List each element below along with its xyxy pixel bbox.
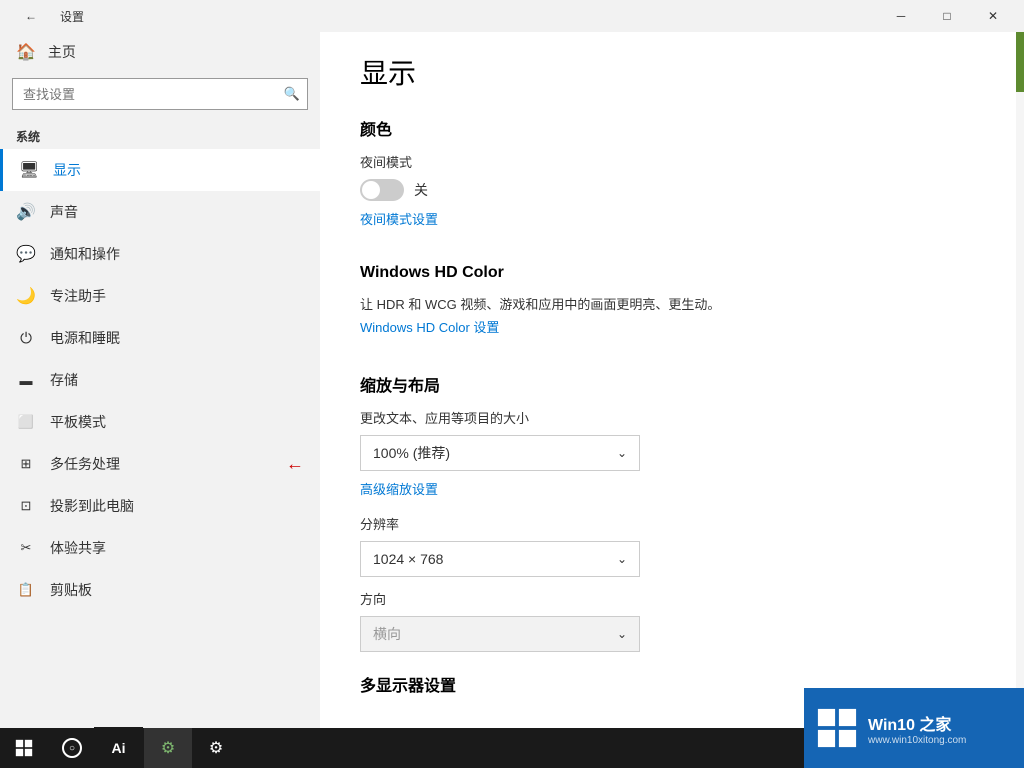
watermark-text: Win10 之家 www.win10xitong.com — [868, 711, 966, 746]
arrow-indicator: ← — [286, 454, 304, 475]
toggle-knob — [362, 181, 380, 199]
multitask-icon: ⊞ — [16, 456, 36, 472]
scrollbar[interactable] — [1016, 32, 1024, 728]
chevron-down-icon: ⌄ — [617, 446, 627, 460]
sidebar-item-label: 剪贴板 — [50, 580, 92, 600]
tablet-icon: ⬜ — [16, 414, 36, 430]
main-content: 显示 颜色 夜间模式 关 夜间模式设置 Windows HD Color 让 H… — [320, 32, 1024, 728]
watermark-title: Win10 之家 — [868, 711, 966, 735]
windows-logo-icon — [15, 739, 33, 757]
hdr-section-title: Windows HD Color — [360, 264, 984, 282]
settings-icon: ⚙ — [161, 738, 175, 758]
resolution-label: 分辨率 — [360, 514, 984, 533]
sidebar-item-label: 体验共享 — [50, 538, 106, 558]
window-controls: ─ □ ✕ — [878, 0, 1016, 32]
storage-icon: ▬ — [16, 373, 36, 388]
search-icon: 🔍 — [284, 86, 300, 102]
sidebar-item-label: 投影到此电脑 — [50, 496, 134, 516]
start-button[interactable] — [0, 728, 48, 768]
orientation-label: 方向 — [360, 589, 984, 608]
gear-taskbar-icon[interactable]: ⚙ — [192, 728, 240, 768]
hdr-description: 让 HDR 和 WCG 视频、游戏和应用中的画面更明亮、更生动。 — [360, 294, 984, 313]
search-circle-icon: ○ — [62, 738, 82, 758]
resolution-value: 1024 × 768 — [373, 551, 443, 567]
sidebar-item-label: 声音 — [50, 202, 78, 222]
chevron-down-icon: ⌄ — [617, 627, 627, 641]
sidebar-item-clipboard[interactable]: 📋 剪贴板 — [0, 569, 320, 611]
sidebar-item-label: 多任务处理 — [50, 454, 120, 474]
sidebar-item-multitask[interactable]: ⊞ 多任务处理 ← — [0, 443, 320, 485]
search-taskbar-button[interactable]: ○ — [48, 728, 96, 768]
app-title: 设置 — [60, 8, 84, 25]
orientation-dropdown-container: 横向 ⌄ — [360, 616, 984, 652]
sidebar-item-label: 电源和睡眠 — [50, 328, 120, 348]
ai-label: Ai — [112, 740, 126, 756]
orientation-value: 横向 — [373, 624, 401, 644]
sidebar-item-project[interactable]: ⊡ 投影到此电脑 — [0, 485, 320, 527]
night-mode-state: 关 — [414, 180, 428, 200]
minimize-button[interactable]: ─ — [878, 0, 924, 32]
sidebar-item-label: 专注助手 — [50, 286, 106, 306]
section-label: 系统 — [0, 120, 320, 149]
clipboard-icon: 📋 — [16, 582, 36, 598]
sidebar-item-notifications[interactable]: 💬 通知和操作 — [0, 233, 320, 275]
sidebar-item-storage[interactable]: ▬ 存储 — [0, 359, 320, 401]
watermark: Win10 之家 www.win10xitong.com — [804, 688, 1024, 768]
home-label: 主页 — [48, 42, 76, 62]
project-icon: ⊡ — [16, 498, 36, 514]
sidebar-item-label: 显示 — [53, 160, 81, 180]
scale-dropdown-container: 100% (推荐) ⌄ — [360, 435, 984, 471]
hdr-settings-link[interactable]: Windows HD Color 设置 — [360, 317, 499, 336]
color-section-title: 颜色 — [360, 116, 984, 140]
win-logo-large-icon — [816, 707, 858, 749]
sidebar-item-label: 平板模式 — [50, 412, 106, 432]
sidebar-item-home[interactable]: 🏠 主页 — [0, 32, 320, 72]
chevron-down-icon: ⌄ — [617, 552, 627, 566]
advanced-scale-link[interactable]: 高级缩放设置 — [360, 479, 438, 498]
scale-section-title: 缩放与布局 — [360, 372, 984, 396]
scale-label: 更改文本、应用等项目的大小 — [360, 408, 984, 427]
scale-dropdown[interactable]: 100% (推荐) ⌄ — [360, 435, 640, 471]
sidebar-item-label: 存储 — [50, 370, 78, 390]
night-mode-label: 夜间模式 — [360, 152, 984, 171]
display-icon: 🖥 — [19, 160, 39, 180]
taskbar: ○ ⊞ ⚙ ⚙ ∧ 🔊 ⊕ 13:082021/1/6 Win10 之家 www… — [0, 728, 1024, 768]
home-icon: 🏠 — [16, 42, 36, 62]
sidebar-item-display[interactable]: 🖥 显示 — [0, 149, 320, 191]
back-button[interactable]: ← — [8, 0, 54, 32]
sidebar-item-tablet[interactable]: ⬜ 平板模式 — [0, 401, 320, 443]
night-mode-settings-link[interactable]: 夜间模式设置 — [360, 209, 438, 228]
search-container: 🔍 — [12, 78, 308, 110]
search-input[interactable] — [12, 78, 308, 110]
night-mode-toggle-row: 关 — [360, 179, 984, 201]
app-container: 🏠 主页 🔍 系统 🖥 显示 🔊 声音 💬 通知和操作 🌙 专注助手 ⏻ — [0, 32, 1024, 728]
sidebar: 🏠 主页 🔍 系统 🖥 显示 🔊 声音 💬 通知和操作 🌙 专注助手 ⏻ — [0, 32, 320, 728]
scrollbar-thumb — [1016, 32, 1024, 92]
ai-badge[interactable]: Ai — [94, 727, 143, 768]
gear-icon: ⚙ — [209, 738, 223, 758]
shared-icon: ✂ — [16, 540, 36, 556]
scale-value: 100% (推荐) — [373, 443, 450, 463]
restore-button[interactable]: □ — [924, 0, 970, 32]
titlebar: ← 设置 ─ □ ✕ — [0, 0, 1024, 32]
sidebar-item-power[interactable]: ⏻ 电源和睡眠 — [0, 317, 320, 359]
night-mode-toggle[interactable] — [360, 179, 404, 201]
resolution-dropdown-container: 1024 × 768 ⌄ — [360, 541, 984, 577]
sidebar-item-label: 通知和操作 — [50, 244, 120, 264]
page-title: 显示 — [360, 52, 984, 92]
resolution-dropdown[interactable]: 1024 × 768 ⌄ — [360, 541, 640, 577]
sidebar-item-shared[interactable]: ✂ 体验共享 — [0, 527, 320, 569]
watermark-url: www.win10xitong.com — [868, 735, 966, 746]
sidebar-item-focus[interactable]: 🌙 专注助手 — [0, 275, 320, 317]
notifications-icon: 💬 — [16, 244, 36, 264]
orientation-dropdown[interactable]: 横向 ⌄ — [360, 616, 640, 652]
sound-icon: 🔊 — [16, 202, 36, 222]
power-icon: ⏻ — [16, 330, 36, 347]
sidebar-item-sound[interactable]: 🔊 声音 — [0, 191, 320, 233]
close-button[interactable]: ✕ — [970, 0, 1016, 32]
settings-taskbar-icon[interactable]: ⚙ — [144, 728, 192, 768]
focus-icon: 🌙 — [16, 286, 36, 306]
